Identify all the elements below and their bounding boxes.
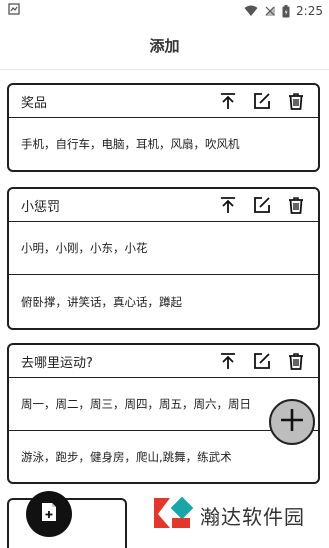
page-title: 添加 [149, 37, 180, 55]
pin-top-icon[interactable] [218, 91, 238, 111]
watermark: 瀚达软件园 [150, 494, 305, 536]
card-header: 去哪里运动? [9, 345, 318, 378]
watermark-text: 瀚达软件园 [200, 504, 305, 529]
status-bar: 2:25 [0, 0, 329, 22]
card-title: 小惩罚 [21, 199, 61, 215]
edit-icon[interactable] [252, 91, 272, 111]
row-text: 游泳，跑步，健身房，爬山,跳舞，练武术 [21, 449, 232, 464]
wifi-icon [244, 5, 258, 17]
card-prizes[interactable]: 奖品 手机，自行车，电脑，耳机，风扇，吹风机 [7, 83, 320, 172]
card-header: 奖品 [9, 85, 318, 118]
row-text: 俯卧撑，讲笑话，真心话，蹲起 [21, 294, 182, 309]
row-text: 手机，自行车，电脑，耳机，风扇，吹风机 [21, 137, 240, 151]
trash-icon[interactable] [286, 351, 306, 371]
trash-icon[interactable] [286, 91, 306, 111]
pin-top-icon[interactable] [218, 351, 238, 371]
row-text: 小明，小刚，小东，小花 [21, 241, 148, 255]
list-item[interactable]: 游泳，跑步，健身房，爬山,跳舞，练武术 [9, 430, 318, 482]
card-title: 奖品 [21, 95, 48, 111]
edit-icon[interactable] [252, 351, 272, 371]
notification-icon [8, 3, 20, 18]
plus-icon [279, 407, 305, 437]
add-button[interactable] [269, 399, 315, 445]
list-item[interactable]: 俯卧撑，讲笑话，真心话，蹲起 [9, 274, 318, 328]
edit-icon[interactable] [252, 195, 272, 215]
row-text: 周一，周二，周三，周四，周五，周六，周日 [21, 397, 251, 411]
new-list-button[interactable] [26, 491, 72, 537]
card-punishments[interactable]: 小惩罚 小明，小刚，小东，小花 俯卧撑，讲笑话，真心话，蹲起 [7, 187, 320, 330]
card-title: 去哪里运动? [21, 355, 93, 371]
trash-icon[interactable] [286, 195, 306, 215]
status-time: 2:25 [296, 4, 323, 18]
watermark-logo-icon [150, 494, 194, 536]
card-header: 小惩罚 [9, 189, 318, 222]
battery-icon [282, 4, 290, 18]
list-item[interactable]: 小明，小刚，小东，小花 [9, 222, 318, 274]
list-item[interactable]: 手机，自行车，电脑，耳机，风扇，吹风机 [9, 118, 318, 170]
pin-top-icon[interactable] [218, 195, 238, 215]
app-bar: 添加 [0, 22, 329, 70]
document-icon [40, 502, 58, 526]
signal-icon [264, 5, 276, 17]
